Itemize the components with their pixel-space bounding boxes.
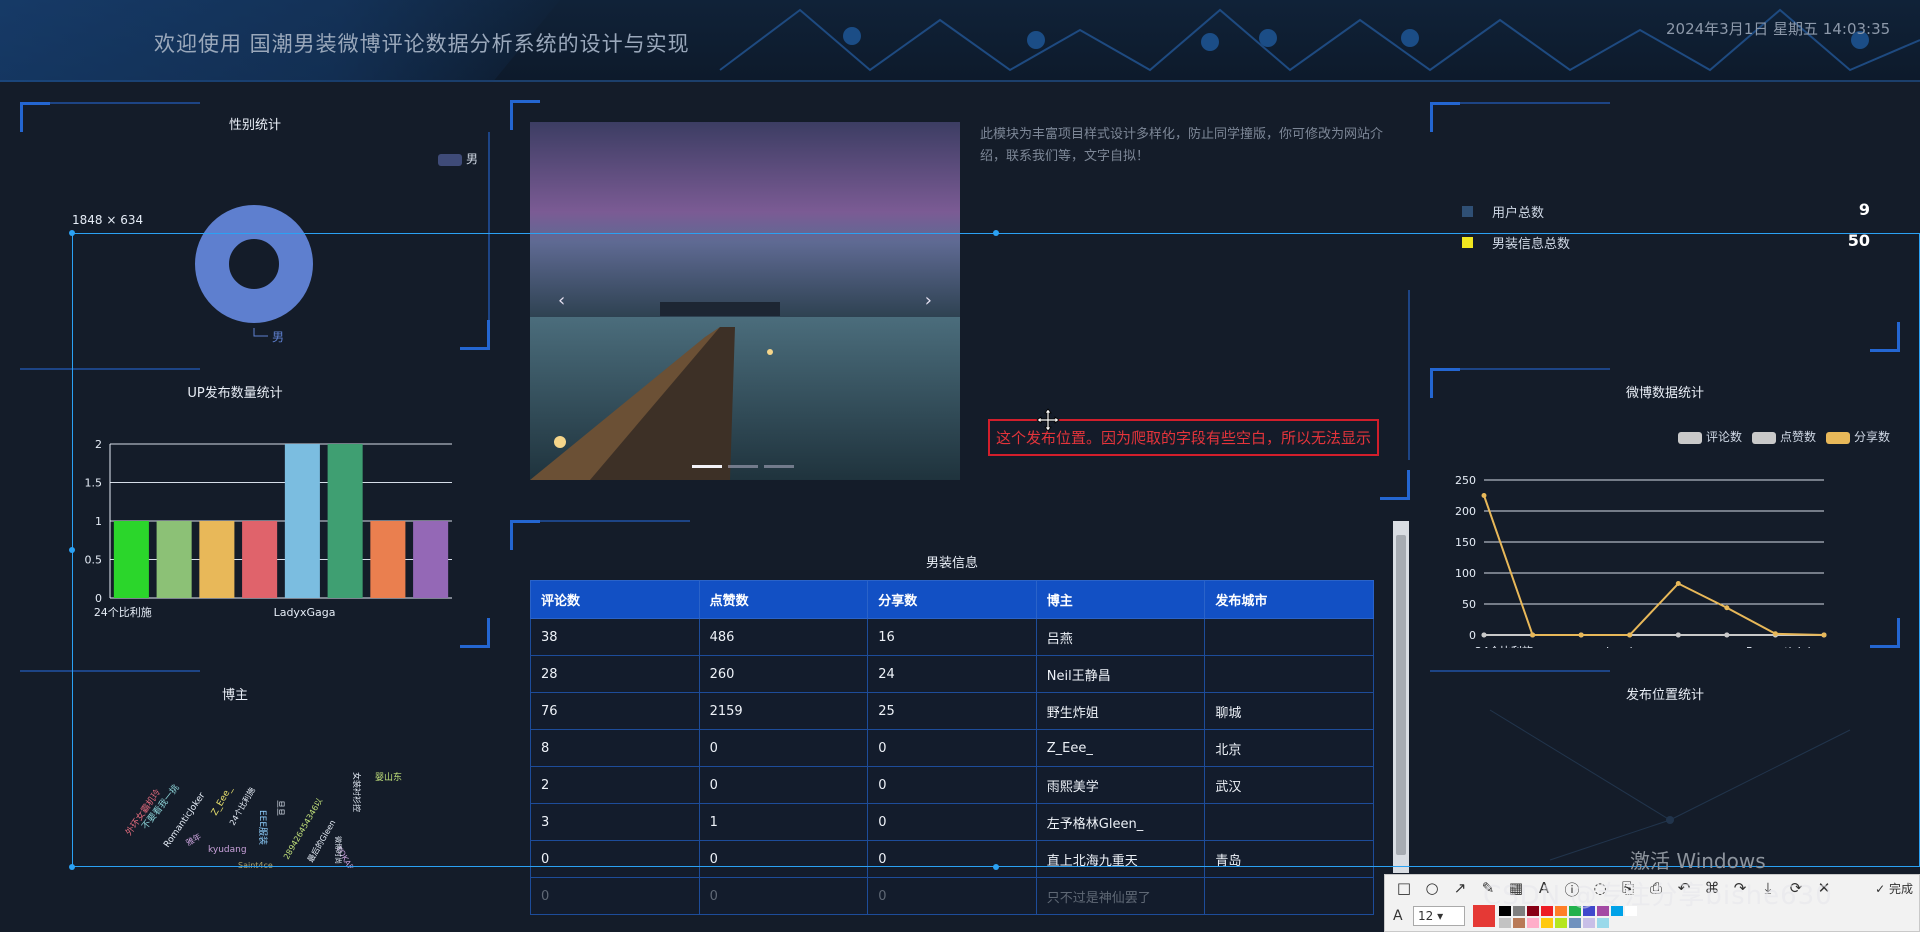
toolbar-tool-icon[interactable]: □ (1393, 879, 1415, 900)
selection-handle-bl[interactable] (69, 864, 75, 870)
table-cell: 0 (867, 877, 1037, 915)
selection-rectangle[interactable] (72, 233, 1920, 867)
gender-title: 性别统计 (228, 118, 281, 133)
table-row[interactable]: 0 0 0 只不过是神仙罢了 (530, 877, 1374, 915)
header-bar: 欢迎使用 国潮男装微博评论数据分析系统的设计与实现 2024年3月1日 星期五 … (0, 0, 1920, 82)
stat-user-marker (1462, 206, 1473, 217)
selection-handle-tm[interactable] (993, 230, 999, 236)
selection-handle-tl[interactable] (69, 230, 75, 236)
color-swatch[interactable] (1555, 918, 1567, 928)
color-swatch[interactable] (1569, 918, 1581, 928)
gender-legend-label: 男 (465, 152, 478, 166)
toolbar-tool-icon[interactable]: ○ (1421, 879, 1443, 900)
font-size-value: 12 (1418, 909, 1434, 923)
color-swatch[interactable] (1499, 918, 1511, 928)
table-cell: 只不过是神仙罢了 (1035, 877, 1206, 915)
toolbar-tool-icon[interactable]: ↗ (1449, 879, 1471, 900)
color-swatch[interactable] (1513, 918, 1525, 928)
stat-user-total: 用户总数 9 (1462, 199, 1876, 225)
os-activation-watermark: 激活 Windows (1630, 849, 1766, 873)
color-swatch[interactable] (1527, 918, 1539, 928)
selection-handle-bm[interactable] (993, 864, 999, 870)
move-cursor-icon (1036, 408, 1060, 432)
csdn-watermark: CSDN @专注分享bishe630 (1483, 881, 1833, 911)
gender-legend[interactable]: 男 (437, 150, 478, 167)
clock: 2024年3月1日 星期五 14:03:35 (1666, 20, 1891, 38)
page-title: 欢迎使用 国潮男装微博评论数据分析系统的设计与实现 (154, 32, 690, 56)
toolbar-done-button[interactable]: ✓ 完成 (1875, 880, 1913, 897)
table-cell: 0 (698, 877, 869, 915)
stat-user-value: 9 (1858, 200, 1870, 219)
gender-legend-chip (437, 153, 462, 166)
color-swatch[interactable] (1541, 918, 1553, 928)
selection-handle-ml[interactable] (69, 547, 75, 553)
color-swatch[interactable] (1597, 918, 1609, 928)
selection-size-label: 1848 × 634 (72, 213, 144, 227)
font-size-select[interactable]: 12 ▾ (1413, 906, 1465, 926)
stat-user-label: 用户总数 (1492, 206, 1545, 221)
table-cell: 0 (530, 877, 700, 915)
font-size-icon: A (1393, 908, 1403, 924)
table-cell (1204, 877, 1374, 915)
color-swatch[interactable] (1583, 918, 1595, 928)
